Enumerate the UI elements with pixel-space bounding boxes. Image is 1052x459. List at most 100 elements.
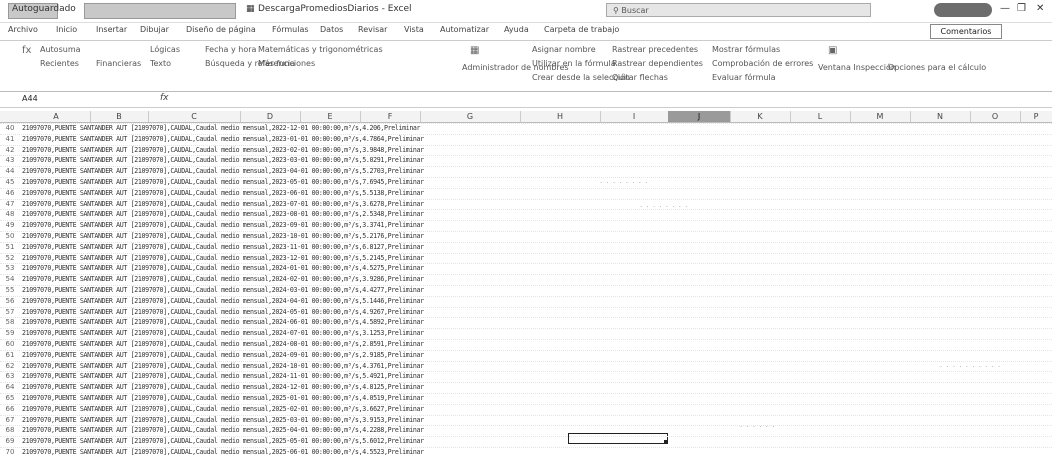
row-number[interactable]: 54 (0, 275, 20, 283)
table-row[interactable]: 21097070,PUENTE SANTANDER AUT [21097070]… (22, 178, 597, 186)
row-number[interactable]: 69 (0, 437, 20, 445)
table-row[interactable]: 21097070,PUENTE SANTANDER AUT [21097070]… (22, 146, 597, 154)
tab-automatizar[interactable]: Automatizar (440, 25, 489, 34)
tab-insertar[interactable]: Insertar (96, 25, 127, 34)
ribbon-mas-funciones[interactable]: Más funciones (258, 59, 315, 68)
row-number[interactable]: 47 (0, 200, 20, 208)
table-row[interactable]: 21097070,PUENTE SANTANDER AUT [21097070]… (22, 426, 597, 434)
row-number[interactable]: 52 (0, 254, 20, 262)
ribbon-rastrear-dependientes[interactable]: Rastrear dependientes (612, 59, 703, 68)
ribbon-matematicas[interactable]: Matemáticas y trigonométricas (258, 45, 383, 54)
row-number[interactable]: 43 (0, 156, 20, 164)
row-number[interactable]: 46 (0, 189, 20, 197)
account-button[interactable] (934, 3, 992, 17)
tab-formulas[interactable]: Fórmulas (272, 25, 309, 34)
ribbon-asignar-nombre[interactable]: Asignar nombre (532, 45, 596, 54)
ribbon-opciones-calculo[interactable]: Opciones para el cálculo (888, 63, 986, 72)
tab-inicio[interactable]: Inicio (56, 25, 77, 34)
ribbon-rastrear-precedentes[interactable]: Rastrear precedentes (612, 45, 698, 54)
worksheet-grid[interactable]: · · · · · · · · · · · · · · · · · · · · … (0, 123, 1052, 459)
column-header[interactable]: D (240, 111, 301, 122)
tab-ayuda[interactable]: Ayuda (504, 25, 529, 34)
row-number[interactable]: 40 (0, 124, 20, 132)
column-header[interactable]: K (730, 111, 791, 122)
row-number[interactable]: 48 (0, 210, 20, 218)
table-row[interactable]: 21097070,PUENTE SANTANDER AUT [21097070]… (22, 254, 597, 262)
row-number[interactable]: 51 (0, 243, 20, 251)
table-row[interactable]: 21097070,PUENTE SANTANDER AUT [21097070]… (22, 340, 597, 348)
close-button[interactable]: ✕ (1036, 3, 1044, 14)
ribbon-autosuma[interactable]: Autosuma (40, 45, 81, 54)
tab-carpeta[interactable]: Carpeta de trabajo (544, 25, 619, 34)
column-header[interactable]: E (300, 111, 361, 122)
tab-dibujar[interactable]: Dibujar (140, 25, 169, 34)
row-number[interactable]: 65 (0, 394, 20, 402)
table-row[interactable]: 21097070,PUENTE SANTANDER AUT [21097070]… (22, 221, 597, 229)
quick-access-toolbar[interactable] (84, 3, 236, 19)
fill-handle[interactable] (664, 440, 668, 444)
ribbon-utilizar-formula[interactable]: Utilizar en la fórmula (532, 59, 616, 68)
fx-icon[interactable]: fx (160, 93, 169, 103)
row-number[interactable]: 41 (0, 135, 20, 143)
table-row[interactable]: 21097070,PUENTE SANTANDER AUT [21097070]… (22, 243, 597, 251)
row-number[interactable]: 68 (0, 426, 20, 434)
ribbon-mostrar-formulas[interactable]: Mostrar fórmulas (712, 45, 780, 54)
row-number[interactable]: 63 (0, 372, 20, 380)
tab-diseno-pagina[interactable]: Diseño de página (186, 25, 256, 34)
table-row[interactable]: 21097070,PUENTE SANTANDER AUT [21097070]… (22, 210, 597, 218)
column-header[interactable]: F (360, 111, 421, 122)
table-row[interactable]: 21097070,PUENTE SANTANDER AUT [21097070]… (22, 448, 597, 456)
row-number[interactable]: 58 (0, 318, 20, 326)
insert-function-icon[interactable]: fx (22, 45, 31, 56)
ribbon-recientes[interactable]: Recientes (40, 59, 79, 68)
column-header[interactable]: N (910, 111, 971, 122)
row-number[interactable]: 44 (0, 167, 20, 175)
column-header[interactable]: P (1020, 111, 1052, 122)
row-number[interactable]: 62 (0, 362, 20, 370)
row-number[interactable]: 56 (0, 297, 20, 305)
row-number[interactable]: 50 (0, 232, 20, 240)
ribbon-ventana-inspeccion[interactable]: Ventana Inspección (818, 63, 896, 72)
watch-window-icon[interactable]: ▣ (828, 45, 837, 56)
row-number[interactable]: 61 (0, 351, 20, 359)
table-row[interactable]: 21097070,PUENTE SANTANDER AUT [21097070]… (22, 124, 597, 132)
ribbon-comprobacion-errores[interactable]: Comprobación de errores (712, 59, 813, 68)
column-header[interactable]: O (970, 111, 1021, 122)
name-box[interactable]: A44 (22, 94, 122, 105)
table-row[interactable]: 21097070,PUENTE SANTANDER AUT [21097070]… (22, 156, 597, 164)
tab-archivo[interactable]: Archivo (8, 25, 38, 34)
row-number[interactable]: 66 (0, 405, 20, 413)
table-row[interactable]: 21097070,PUENTE SANTANDER AUT [21097070]… (22, 286, 597, 294)
row-number[interactable]: 53 (0, 264, 20, 272)
column-header[interactable]: G (420, 111, 521, 122)
minimize-button[interactable]: — (1000, 3, 1010, 14)
tab-vista[interactable]: Vista (404, 25, 424, 34)
row-number[interactable]: 42 (0, 146, 20, 154)
table-row[interactable]: 21097070,PUENTE SANTANDER AUT [21097070]… (22, 189, 597, 197)
row-number[interactable]: 45 (0, 178, 20, 186)
ribbon-fecha-hora[interactable]: Fecha y hora (205, 45, 256, 54)
column-header[interactable]: B (90, 111, 149, 122)
ribbon-financieras[interactable]: Financieras (96, 59, 141, 68)
table-row[interactable]: 21097070,PUENTE SANTANDER AUT [21097070]… (22, 329, 597, 337)
row-number[interactable]: 55 (0, 286, 20, 294)
column-header[interactable]: H (520, 111, 601, 122)
row-number[interactable]: 49 (0, 221, 20, 229)
ribbon-evaluar-formula[interactable]: Evaluar fórmula (712, 73, 776, 82)
table-row[interactable]: 21097070,PUENTE SANTANDER AUT [21097070]… (22, 232, 597, 240)
column-header[interactable]: I (600, 111, 669, 122)
row-number[interactable]: 70 (0, 448, 20, 456)
restore-button[interactable]: ❐ (1017, 3, 1026, 14)
row-number[interactable]: 64 (0, 383, 20, 391)
table-row[interactable]: 21097070,PUENTE SANTANDER AUT [21097070]… (22, 351, 597, 359)
column-header[interactable]: M (850, 111, 911, 122)
ribbon-texto[interactable]: Texto (150, 59, 171, 68)
column-header[interactable]: J (668, 111, 731, 122)
table-row[interactable]: 21097070,PUENTE SANTANDER AUT [21097070]… (22, 362, 597, 370)
table-row[interactable]: 21097070,PUENTE SANTANDER AUT [21097070]… (22, 264, 597, 272)
column-header[interactable]: C (148, 111, 241, 122)
table-row[interactable]: 21097070,PUENTE SANTANDER AUT [21097070]… (22, 383, 597, 391)
ribbon-quitar-flechas[interactable]: Quitar flechas (612, 73, 668, 82)
table-row[interactable]: 21097070,PUENTE SANTANDER AUT [21097070]… (22, 405, 597, 413)
tab-revisar[interactable]: Revisar (358, 25, 387, 34)
